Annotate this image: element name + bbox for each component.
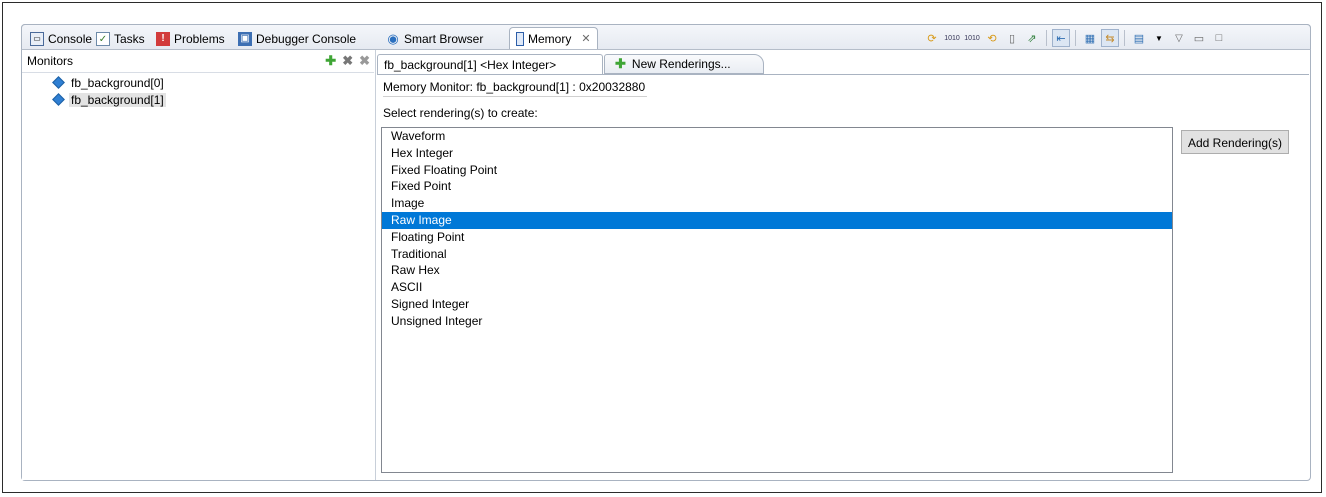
rendering-option[interactable]: Unsigned Integer: [382, 313, 1172, 330]
close-icon[interactable]: ✕: [581, 32, 590, 45]
rendering-option[interactable]: Hex Integer: [382, 145, 1172, 162]
tab-label: Console: [48, 31, 93, 46]
remove-monitor-icon[interactable]: ✖: [342, 53, 353, 69]
monitors-header: Monitors ✚ ✖ ✖: [22, 50, 374, 73]
grid-icon[interactable]: ▤: [1130, 29, 1148, 47]
tab-debugger-console[interactable]: ▣ Debugger Console: [238, 29, 356, 48]
monitor-label: fb_background[1]: [69, 92, 166, 107]
memory-monitor-label: Memory Monitor: fb_background[1] : 0x200…: [383, 78, 648, 97]
rendering-tab-divider: [377, 74, 1309, 75]
debugger-console-icon: ▣: [238, 31, 252, 46]
pane-splitter[interactable]: [375, 50, 376, 480]
new-renderings-panel: Memory Monitor: fb_background[1] : 0x200…: [379, 76, 1309, 476]
sync-icon[interactable]: ⇤: [1052, 29, 1070, 47]
tab-smart-browser[interactable]: ◉ Smart Browser: [386, 29, 483, 48]
rendering-option[interactable]: Fixed Floating Point: [382, 162, 1172, 179]
tab-label: Memory: [528, 31, 572, 46]
rendering-tab-bar: fb_background[1] <Hex Integer> ✚ New Ren…: [377, 54, 1311, 74]
toggle-icon[interactable]: ⇆: [1101, 29, 1119, 47]
tab-label: Problems: [174, 31, 225, 46]
rendering-option[interactable]: Signed Integer: [382, 296, 1172, 313]
select-rendering-label: Select rendering(s) to create:: [383, 106, 538, 120]
view-menu-icon[interactable]: ▽: [1170, 29, 1188, 47]
toolbar-separator: [1124, 30, 1125, 46]
rendering-option[interactable]: Image: [382, 195, 1172, 212]
tasks-icon: ✓: [96, 31, 110, 46]
toolbar-separator: [1046, 30, 1047, 46]
problems-icon: !: [156, 31, 170, 46]
tab-label: Debugger Console: [256, 31, 357, 46]
rendering-option[interactable]: Floating Point: [382, 229, 1172, 246]
rendering-option[interactable]: Waveform: [382, 128, 1172, 145]
binary-export-icon[interactable]: 1010: [963, 29, 981, 47]
tab-tasks[interactable]: ✓ Tasks: [96, 29, 145, 48]
smart-browser-icon: ◉: [387, 30, 399, 46]
monitors-title: Monitors: [27, 54, 74, 68]
tab-rendering-hex-integer[interactable]: fb_background[1] <Hex Integer>: [377, 54, 603, 74]
add-monitor-icon[interactable]: ✚: [325, 53, 336, 69]
tab-console[interactable]: ▭ Console: [30, 29, 92, 48]
rendering-tab-label: fb_background[1] <Hex Integer>: [384, 57, 557, 72]
tab-problems[interactable]: ! Problems: [156, 29, 225, 48]
monitors-pane: Monitors ✚ ✖ ✖ fb_background[0] fb_backg…: [22, 50, 374, 480]
remove-all-monitors-icon[interactable]: ✖: [359, 53, 370, 69]
console-icon: ▭: [30, 31, 44, 46]
add-rendering-icon: ✚: [615, 56, 626, 71]
layout-icon[interactable]: ▦: [1081, 29, 1099, 47]
monitor-actions: ✚ ✖ ✖: [325, 53, 370, 69]
maximize-icon[interactable]: □: [1210, 29, 1228, 47]
tab-memory[interactable]: Memory ✕: [509, 27, 598, 49]
chevron-down-icon[interactable]: ▼: [1150, 29, 1168, 47]
monitor-label: fb_background[0]: [71, 75, 164, 90]
monitor-list: fb_background[0] fb_background[1]: [22, 74, 374, 108]
refresh-icon[interactable]: ⟳: [923, 29, 941, 47]
rendering-option[interactable]: Fixed Point: [382, 178, 1172, 195]
view-tab-bar: ▭ Console ✓ Tasks ! Problems ▣ Debugger …: [21, 24, 1311, 50]
monitor-item[interactable]: fb_background[1]: [22, 91, 374, 108]
monitor-item[interactable]: fb_background[0]: [22, 74, 374, 91]
export-icon[interactable]: ⇗: [1023, 29, 1041, 47]
rendering-option[interactable]: Traditional: [382, 246, 1172, 263]
binary-import-icon[interactable]: 1010: [943, 29, 961, 47]
tab-label: Tasks: [114, 31, 145, 46]
view-toolbar: ⟳ 1010 1010 ⟲ ▯ ⇗ ⇤ ▦ ⇆ ▤ ▼ ▽ ▭ □: [922, 28, 1229, 48]
add-rendering-button[interactable]: Add Rendering(s): [1181, 130, 1290, 154]
new-icon[interactable]: ▯: [1003, 29, 1021, 47]
monitor-diamond-icon: [52, 93, 65, 106]
link-icon[interactable]: ⟲: [983, 29, 1001, 47]
rendering-option[interactable]: ASCII: [382, 279, 1172, 296]
toolbar-separator: [1075, 30, 1076, 46]
rendering-tab-label: New Renderings...: [631, 57, 731, 71]
minimize-icon[interactable]: ▭: [1190, 29, 1208, 47]
memory-icon: [516, 31, 524, 46]
tab-label: Smart Browser: [404, 31, 484, 46]
rendering-list[interactable]: Waveform Hex Integer Fixed Floating Point F…: [381, 127, 1173, 473]
rendering-option[interactable]: Raw Hex: [382, 262, 1172, 279]
rendering-option[interactable]: Raw Image: [382, 211, 1172, 229]
tab-new-renderings[interactable]: ✚ New Renderings...: [604, 54, 764, 74]
monitor-diamond-icon: [52, 76, 65, 89]
